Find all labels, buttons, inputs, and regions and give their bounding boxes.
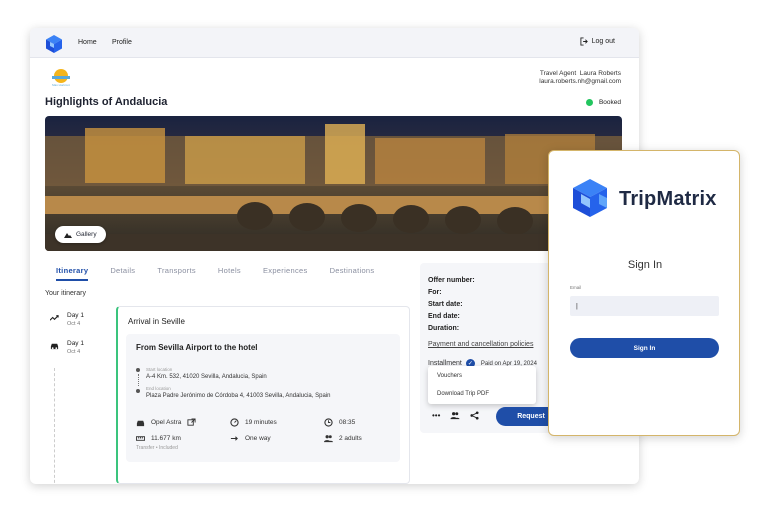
- tab-hotels[interactable]: Hotels: [218, 266, 241, 275]
- tab-bar: Itinerary Details Transports Hotels Expe…: [56, 266, 375, 281]
- mountain-icon: [64, 232, 72, 238]
- start-dot-icon: [136, 368, 140, 372]
- ruler-icon: [136, 436, 145, 441]
- hero-image: Gallery: [45, 116, 622, 251]
- more-icon[interactable]: •••: [432, 411, 440, 420]
- distance-label: 11.677 km: [151, 435, 181, 442]
- day-label: Day 1: [67, 312, 84, 319]
- time-label: 08:35: [339, 419, 356, 426]
- menu-item-download-pdf[interactable]: Download Trip PDF: [437, 391, 489, 397]
- duration: 19 minutes: [230, 418, 277, 427]
- duration-label: 19 minutes: [245, 419, 277, 426]
- agent-email: laura.roberts.nh@gmail.com: [539, 78, 621, 85]
- car-model-label: Opel Astra: [151, 419, 182, 426]
- nav-profile-link[interactable]: Profile: [112, 39, 132, 46]
- menu-item-vouchers[interactable]: Vouchers: [437, 373, 462, 379]
- tab-itinerary[interactable]: Itinerary: [56, 266, 89, 281]
- svg-text:Max Horizont: Max Horizont: [52, 83, 70, 87]
- policies-link[interactable]: Payment and cancellation policies: [428, 341, 533, 348]
- agency-logo: Max Horizont: [46, 68, 76, 88]
- passengers: 2 adults: [324, 434, 362, 443]
- status-dot-icon: [585, 99, 593, 106]
- share-icon[interactable]: [470, 411, 479, 420]
- day-item[interactable]: Day 1 Oct 4: [50, 312, 84, 327]
- actions-dropdown: Vouchers Download Trip PDF: [428, 366, 536, 404]
- car-model: Opel Astra: [136, 418, 196, 427]
- offer-end-label: End date:: [428, 313, 460, 320]
- transfer-title: From Sevilla Airport to the hotel: [136, 343, 258, 352]
- itinerary-heading: Your itinerary: [45, 290, 86, 297]
- timeline-line: [54, 368, 55, 484]
- trip-direction: One way: [230, 434, 271, 443]
- signin-title: Sign In: [627, 259, 663, 271]
- nav-home-link[interactable]: Home: [78, 39, 97, 46]
- offer-for-label: For:: [428, 289, 442, 296]
- passengers-label: 2 adults: [339, 435, 362, 442]
- departure-time: 08:35: [324, 418, 355, 427]
- tab-transports[interactable]: Transports: [157, 266, 196, 275]
- agent-name: Laura Roberts: [579, 70, 621, 77]
- tripmatrix-logo-icon[interactable]: [44, 34, 64, 54]
- tab-details[interactable]: Details: [110, 266, 135, 275]
- bridge-night-photo: [45, 116, 622, 251]
- day-date: Oct 4: [67, 349, 81, 355]
- car-icon: [136, 420, 145, 427]
- route-line: [137, 374, 139, 386]
- top-navbar: Home Profile Log out: [30, 28, 639, 58]
- people-icon[interactable]: [450, 411, 460, 420]
- email-field[interactable]: [570, 296, 719, 316]
- transfer-footer: Transfer • Included: [136, 445, 178, 451]
- tab-experiences[interactable]: Experiences: [263, 266, 308, 275]
- tab-destinations[interactable]: Destinations: [330, 266, 375, 275]
- logout-icon: [580, 37, 588, 46]
- card-title: Arrival in Seville: [128, 317, 185, 326]
- arrow-right-icon: [230, 436, 238, 441]
- car-icon: [50, 343, 59, 350]
- distance: 11.677 km: [136, 434, 181, 443]
- logout-button[interactable]: Log out: [580, 37, 615, 46]
- email-label: Email: [570, 285, 582, 290]
- itinerary-card: Arrival in Seville From Sevilla Airport …: [116, 306, 410, 484]
- gauge-icon: [230, 418, 239, 427]
- start-label: Start location: [146, 367, 173, 372]
- external-link-icon[interactable]: [187, 418, 196, 427]
- offer-start-label: Start date:: [428, 301, 463, 308]
- signin-button[interactable]: Sign In: [570, 338, 719, 358]
- status-badge: Booked: [585, 99, 621, 106]
- brand-name: TripMatrix: [619, 188, 717, 210]
- end-location: Plaza Padre Jerónimo de Córdoba 4, 41003…: [146, 393, 331, 399]
- gallery-label: Gallery: [76, 231, 97, 238]
- status-label: Booked: [598, 99, 621, 106]
- action-icons: •••: [432, 411, 479, 420]
- agent-info: Travel Agent Laura Roberts laura.roberts…: [539, 70, 621, 86]
- people-icon: [324, 435, 333, 443]
- agent-role: Travel Agent: [539, 70, 577, 77]
- gallery-button[interactable]: Gallery: [55, 226, 106, 243]
- page-title: Highlights of Andalucia: [45, 96, 168, 108]
- tripmatrix-logo-icon: [573, 179, 607, 217]
- clock-icon: [324, 418, 333, 427]
- offer-duration-label: Duration:: [428, 325, 460, 332]
- signin-panel: TripMatrix Sign In Email Sign In: [548, 150, 740, 436]
- day-label: Day 1: [67, 340, 84, 347]
- day-date: Oct 4: [67, 321, 81, 327]
- logout-label: Log out: [591, 38, 615, 45]
- trend-icon: [50, 315, 59, 321]
- direction-label: One way: [245, 435, 271, 442]
- end-dot-icon: [136, 389, 140, 393]
- offer-number-label: Offer number:: [428, 277, 475, 284]
- end-label: End location: [146, 386, 171, 391]
- day-item[interactable]: Day 1 Oct 4: [50, 340, 84, 355]
- transfer-panel: From Sevilla Airport to the hotel Start …: [126, 334, 400, 462]
- start-location: A-4 Km. 532, 41020 Sevilla, Andalucia, S…: [146, 374, 267, 380]
